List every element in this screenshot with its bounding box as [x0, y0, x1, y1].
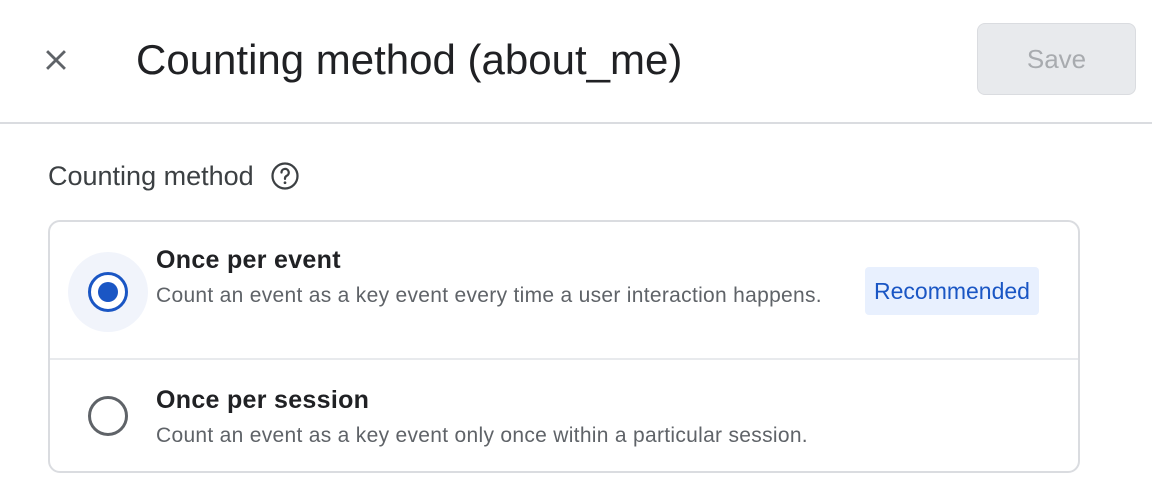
help-icon[interactable] [270, 161, 300, 191]
option-title: Once per event [156, 246, 341, 274]
section-label: Counting method [48, 158, 300, 194]
save-button[interactable]: Save [977, 23, 1136, 95]
option-title: Once per session [156, 386, 370, 414]
option-once-per-session[interactable]: Once per session Count an event as a key… [50, 360, 1078, 471]
option-description: Count an event as a key event only once … [156, 424, 808, 447]
counting-method-options: Once per event Count an event as a key e… [48, 220, 1080, 473]
page-title: Counting method (about_me) [136, 36, 683, 83]
option-description: Count an event as a key event every time… [156, 284, 822, 307]
close-icon [46, 50, 66, 70]
radio-once-per-session[interactable] [68, 376, 148, 456]
dialog-header: Counting method (about_me) Save [0, 0, 1152, 124]
radio-checked-icon [88, 272, 128, 312]
recommended-badge: Recommended [865, 267, 1039, 315]
close-button[interactable] [30, 36, 82, 84]
radio-once-per-event[interactable] [68, 252, 148, 332]
radio-unchecked-icon [88, 396, 128, 436]
section-label-text: Counting method [48, 161, 254, 191]
option-once-per-event[interactable]: Once per event Count an event as a key e… [50, 222, 1078, 360]
